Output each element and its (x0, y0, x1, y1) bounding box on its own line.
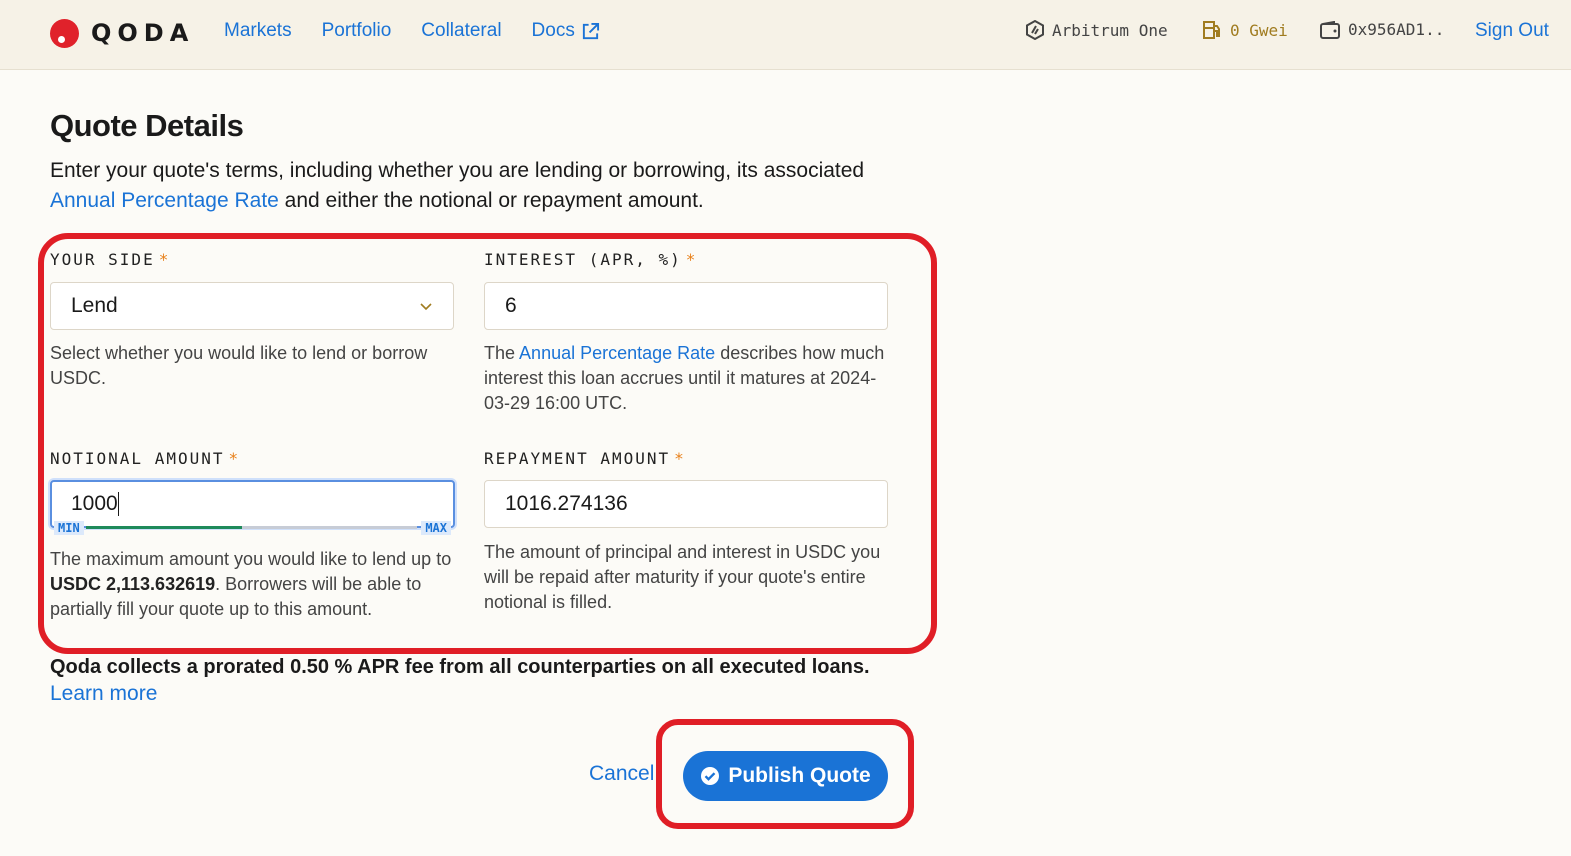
wallet-address: 0x956AD1.. (1348, 20, 1445, 39)
intro-lead: Enter your quote's terms, including whet… (50, 159, 865, 182)
nav-docs[interactable]: Docs (532, 20, 600, 42)
form-highlight-annotation (38, 233, 937, 654)
cancel-button[interactable]: Cancel (589, 762, 654, 786)
wallet-indicator[interactable]: 0x956AD1.. (1320, 20, 1444, 39)
nav-markets[interactable]: Markets (224, 20, 292, 42)
apr-link[interactable]: Annual Percentage Rate (50, 189, 279, 212)
nav-collateral[interactable]: Collateral (421, 20, 501, 42)
top-nav-bar: QODA Markets Portfolio Collateral Docs A… (0, 0, 1571, 70)
arbitrum-icon (1026, 20, 1044, 40)
qoda-logo[interactable]: QODA (50, 18, 194, 48)
publish-highlight-annotation (656, 719, 914, 829)
intro-tail: and either the notional or repayment amo… (284, 189, 704, 212)
external-link-icon (582, 22, 599, 39)
gas-pump-icon (1203, 21, 1220, 39)
sign-out-link[interactable]: Sign Out (1475, 20, 1549, 42)
main-nav: Markets Portfolio Collateral Docs (224, 20, 600, 42)
fee-notice: Qoda collects a prorated 0.50 % APR fee … (50, 656, 870, 678)
page-title: Quote Details (50, 108, 244, 143)
gas-value: 0 Gwei (1230, 20, 1288, 40)
logo-text: QODA (91, 19, 195, 47)
logo-mark-icon (50, 18, 79, 48)
nav-portfolio[interactable]: Portfolio (322, 20, 392, 42)
learn-more-link[interactable]: Learn more (50, 682, 157, 706)
intro-text: Enter your quote's terms, including whet… (50, 156, 910, 216)
network-name: Arbitrum One (1052, 20, 1168, 40)
nav-docs-label: Docs (531, 20, 575, 41)
wallet-icon (1320, 20, 1340, 39)
network-indicator[interactable]: Arbitrum One (1026, 20, 1168, 40)
gas-indicator: 0 Gwei (1202, 20, 1288, 40)
